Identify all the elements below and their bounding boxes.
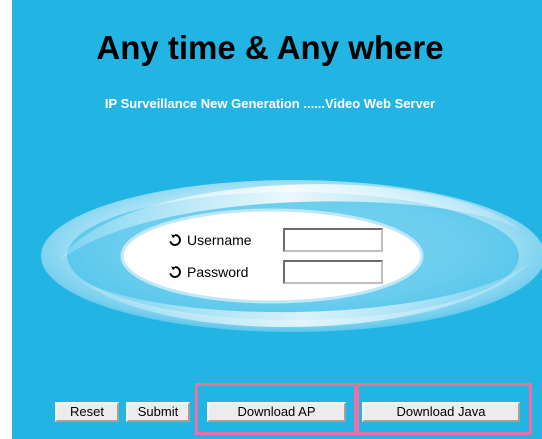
username-input[interactable] — [283, 228, 383, 252]
download-ap-button[interactable]: Download AP — [207, 402, 346, 422]
reset-button[interactable]: Reset — [55, 402, 119, 422]
page-subtitle: IP Surveillance New Generation ......Vid… — [104, 96, 436, 111]
arrow-circle-icon — [169, 266, 181, 278]
page: Any time & Any where IP Surveillance New… — [0, 0, 542, 439]
password-row: Password — [168, 260, 383, 284]
password-input[interactable] — [283, 260, 383, 284]
download-java-button[interactable]: Download Java — [362, 402, 520, 422]
arrow-circle-icon — [169, 234, 181, 246]
page-title: Any time & Any where — [96, 29, 444, 66]
password-label: Password — [187, 264, 249, 280]
username-label: Username — [187, 232, 252, 248]
submit-button[interactable]: Submit — [126, 402, 190, 422]
username-row: Username — [168, 228, 383, 252]
